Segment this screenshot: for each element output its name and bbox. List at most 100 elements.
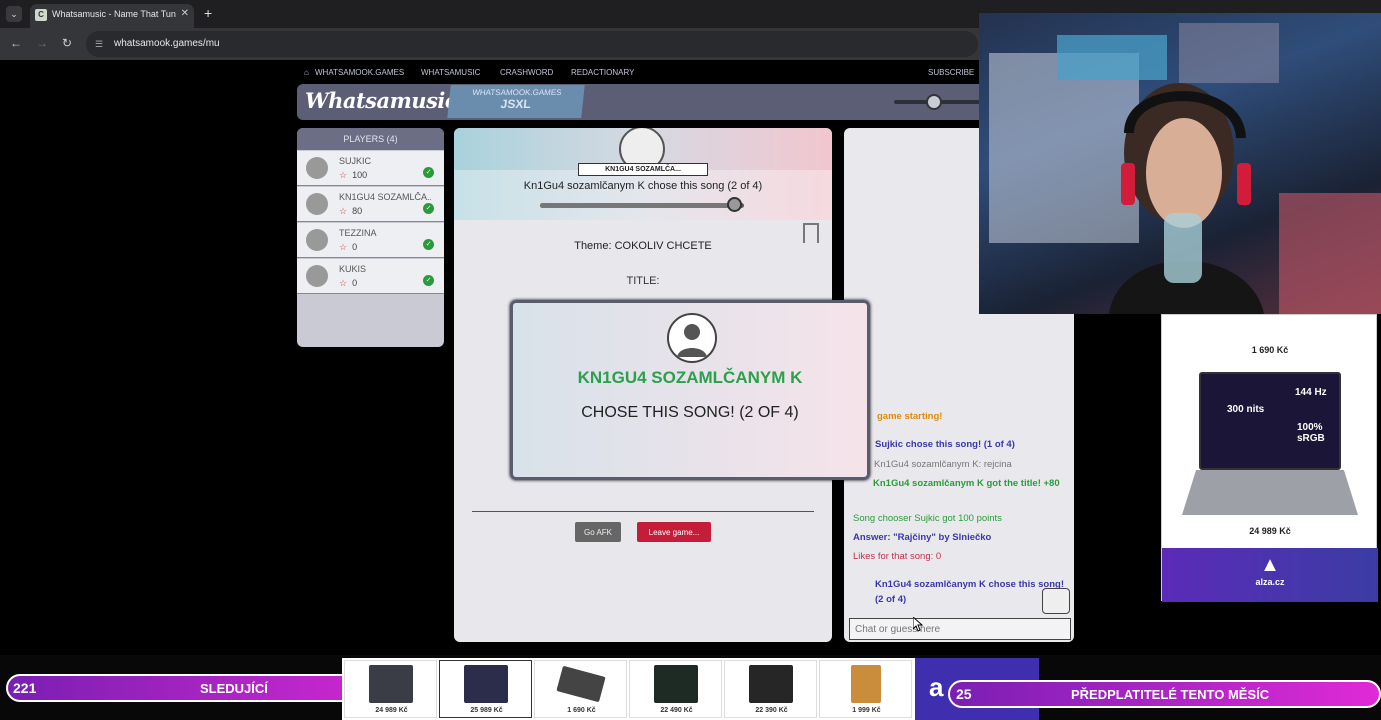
chat-message: game starting! (877, 411, 943, 422)
nav-link-whatsamook[interactable]: WHATSAMOOK.GAMES (315, 68, 404, 77)
round-progress-handle (727, 197, 742, 212)
nav-home-icon[interactable]: ⌂ (304, 68, 309, 77)
chooser-name: KN1GU4 SOZAMLČANYM K (577, 368, 803, 387)
like-song-button[interactable] (1042, 588, 1070, 614)
player-name: SUJKIC (339, 156, 372, 166)
star-icon: ☆ (339, 278, 348, 288)
subscribers-goal-bar: 25 PŘEDPLATITELÉ TENTO MĚSÍC (948, 680, 1381, 708)
nav-link-whatsamusic[interactable]: WHATSAMUSIC (421, 68, 480, 77)
address-bar[interactable]: ☰ whatsamook.games/mu (86, 31, 978, 57)
laptop-screen: 144 Hz 300 nits 100% sRGB (1199, 372, 1341, 470)
ad-top-price: 1 690 Kč (1251, 345, 1289, 355)
product-price: 25 989 Kč (470, 707, 503, 714)
star-icon: ☆ (339, 170, 348, 180)
laptop-icon (369, 665, 413, 703)
nav-link-crashword[interactable]: CRASHWORD (500, 68, 553, 77)
go-afk-button[interactable]: Go AFK (575, 522, 621, 542)
player-name: KUKIS (339, 264, 367, 274)
product-item[interactable]: 22 490 Kč (629, 660, 722, 718)
product-price: 22 490 Kč (660, 707, 693, 714)
nav-link-subscribe[interactable]: SUBSCRIBE (928, 68, 974, 77)
star-icon: ☆ (339, 242, 348, 252)
ad-refresh-rate: 144 Hz (1295, 387, 1327, 398)
laptop-icon (654, 665, 698, 703)
reload-icon[interactable]: ↻ (62, 36, 72, 50)
player-avatar-icon (306, 265, 328, 287)
volume-slider-handle[interactable] (926, 94, 942, 110)
round-progress-bar (540, 203, 744, 208)
webcam-overlay (979, 13, 1381, 314)
product-item[interactable]: 1 690 Kč (534, 660, 627, 718)
chat-message: Kn1Gu4 sozamlčanym K got the title! +80 (873, 478, 1060, 489)
browser-tab[interactable]: C Whatsamusic - Name That Tun ✕ (30, 4, 194, 28)
back-icon[interactable]: ← (10, 36, 22, 50)
player-score-value: 100 (352, 170, 368, 180)
player-name: KN1GU4 SOZAMLČA... (339, 192, 431, 202)
favicon-icon: C (35, 9, 47, 21)
title-label: TITLE: (626, 275, 660, 287)
tab-search-icon[interactable]: ⌄ (6, 6, 22, 22)
product-carousel: 24 989 Kč 25 989 Kč 1 690 Kč 22 490 Kč 2… (342, 658, 1039, 720)
product-price: 22 390 Kč (755, 707, 788, 714)
chooser-text: Kn1Gu4 sozamlčanym K chose this song (2 … (523, 180, 763, 192)
ad-brand-name: alza.cz (1255, 577, 1285, 587)
player-avatar-icon (306, 157, 328, 179)
followers-label: SLEDUJÍCÍ (200, 681, 268, 696)
leave-game-button[interactable]: Leave game... (637, 522, 711, 542)
site-info-icon[interactable]: ☰ (95, 31, 103, 57)
product-item[interactable]: 25 989 Kč (439, 660, 532, 718)
subs-label: PŘEDPLATITELÉ TENTO MĚSÍC (1071, 687, 1270, 702)
star-icon: ☆ (339, 206, 348, 216)
chat-message: Sujkic chose this song! (1 of 4) (875, 439, 1015, 450)
forward-icon[interactable]: → (36, 36, 48, 50)
product-price: 1 999 Kč (852, 707, 881, 714)
game-header: Whatsamusic WHATSAMOOK.GAMES JSXL (297, 84, 980, 120)
player-score-value: 0 (352, 242, 358, 252)
product-price: 24 989 Kč (375, 707, 408, 714)
chat-input[interactable] (849, 618, 1071, 640)
alza-logo-icon: a (929, 672, 944, 702)
chat-message: Likes for that song: 0 (853, 551, 942, 562)
player-row: KN1GU4 SOZAMLČA... ☆ 80 ✓ (297, 187, 444, 222)
ready-check-icon: ✓ (423, 275, 434, 286)
followers-count: 221 (13, 680, 37, 696)
round-progress-fill (540, 203, 730, 208)
room-label: WHATSAMOOK.GAMES (471, 88, 563, 97)
screen: ⌄ C Whatsamusic - Name That Tun ✕ + ← → … (0, 0, 1381, 720)
player-row: KUKIS ☆ 0 ✓ (297, 259, 444, 294)
player-avatar-icon (306, 229, 328, 251)
tab-title: Whatsamusic - Name That Tun (52, 9, 176, 19)
ad-price: 24 989 Kč (1249, 526, 1291, 536)
chooser-banner: KN1GU4 SOZAMLČA... (578, 163, 708, 176)
game-box-icon (851, 665, 881, 703)
ad-color-gamut: 100% sRGB (1297, 422, 1325, 444)
subs-count: 25 (956, 686, 972, 702)
player-score: ☆ 0 (339, 278, 357, 289)
advertisement[interactable]: 1 690 Kč 144 Hz 300 nits 100% sRGB 24 98… (1161, 314, 1378, 602)
product-item[interactable]: 1 999 Kč (819, 660, 912, 718)
webcam-scene (989, 23, 1381, 314)
ready-check-icon: ✓ (423, 167, 434, 178)
chat-message: Kn1Gu4 sozamlčanym K chose this song! (2… (875, 579, 1064, 605)
product-item[interactable]: 24 989 Kč (344, 660, 437, 718)
round-header-band (454, 170, 832, 220)
close-tab-icon[interactable]: ✕ (181, 4, 189, 24)
player-score: ☆ 80 (339, 206, 362, 217)
chooser-announcement-modal: KN1GU4 SOZAMLČANYM K CHOSE THIS SONG! (2… (510, 300, 870, 480)
players-title: PLAYERS (4) (297, 128, 444, 150)
player-score: ☆ 100 (339, 170, 367, 181)
product-item[interactable]: 22 390 Kč (724, 660, 817, 718)
chooser-avatar-icon (667, 313, 717, 363)
stream-bottom-bar: 221 SLEDUJÍCÍ 300 24 989 Kč 25 989 Kč 1 … (0, 655, 1381, 720)
players-panel: PLAYERS (4) SUJKIC ☆ 100 ✓ KN1GU4 SOZAML… (297, 128, 444, 347)
player-avatar-icon (306, 193, 328, 215)
new-tab-icon[interactable]: + (204, 5, 212, 21)
ready-check-icon: ✓ (423, 203, 434, 214)
laptop-icon (464, 665, 508, 703)
nav-link-redactionary[interactable]: REDACTIONARY (571, 68, 634, 77)
ready-check-icon: ✓ (423, 239, 434, 250)
chat-message: Answer: "Rajčiny" by Slniečko (853, 532, 992, 543)
player-row: SUJKIC ☆ 100 ✓ (297, 151, 444, 186)
player-score-value: 0 (352, 278, 358, 288)
player-row: TEZZINA ☆ 0 ✓ (297, 223, 444, 258)
